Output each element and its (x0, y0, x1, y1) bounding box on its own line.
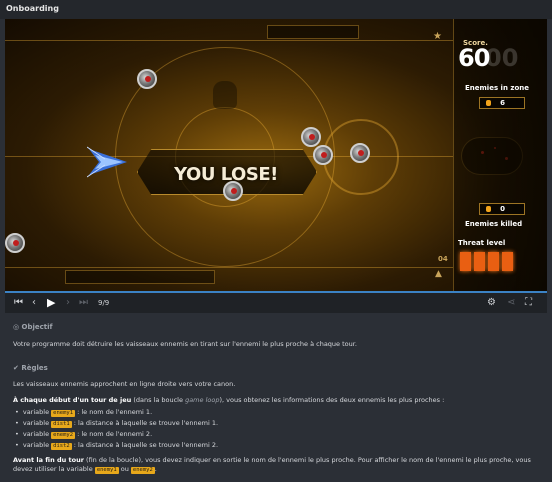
threat-level-bar (474, 252, 485, 271)
score-placeholder-digits: 00 (485, 44, 519, 72)
enemy-ship-icon (313, 145, 333, 165)
turn-end-bold: Avant la fin du tour (13, 456, 84, 464)
skip-to-end-icon[interactable]: ⏭ (79, 297, 88, 308)
enemies-killed-counter: 0 (479, 203, 525, 215)
objective-text: Votre programme doit détruire les vaisse… (13, 340, 357, 348)
top-slot (267, 25, 359, 39)
enemy-ship-icon (137, 69, 157, 89)
game-viewer[interactable]: YOU LOSE! ★ Score. 60 00 Enemies in zone… (5, 19, 547, 293)
game-loop-term: game loop (185, 396, 220, 404)
star-icon: ★ (433, 31, 442, 42)
target-icon: ◎ (13, 323, 20, 331)
play-icon[interactable]: ▶ (47, 296, 55, 309)
list-item: variable dist1 : la distance à laquelle … (15, 419, 535, 428)
variable-tag: enemy2 (130, 466, 155, 474)
share-icon[interactable]: ⋖ (507, 297, 515, 308)
threat-level-bar (460, 252, 471, 271)
enemies-in-zone-value: 6 (500, 99, 505, 107)
lose-text: YOU LOSE! (174, 164, 278, 185)
threat-level-label: Threat level (458, 239, 506, 247)
frame-counter: 9/9 (98, 299, 110, 307)
skip-to-start-icon[interactable]: ⏮ (14, 297, 23, 308)
enemies-killed-label: Enemies killed (465, 220, 523, 228)
enemy-ship-icon (301, 127, 321, 147)
enemy-ship-icon (5, 233, 25, 253)
enemy-icon (486, 206, 491, 212)
step-forward-icon[interactable]: › (66, 297, 70, 308)
rules-title: Règles (21, 364, 48, 372)
turn-start-text: (dans la boucle (131, 396, 186, 404)
variable-tag: enemy1 (51, 410, 76, 417)
bottom-slot (65, 270, 215, 284)
skull-icon (213, 81, 237, 109)
enemies-in-zone-label: Enemies in zone (465, 84, 529, 92)
enemies-killed-value: 0 (500, 205, 505, 213)
turn-start-paragraph: À chaque début d'un tour de jeu (dans la… (13, 396, 541, 405)
fullscreen-icon[interactable]: ⛶ (525, 297, 532, 308)
variable-tag: dist2 (51, 443, 72, 450)
objective-heading: ◎ Objectif (13, 323, 53, 331)
enemy-icon (486, 100, 491, 106)
list-item: variable enemy2 : le nom de l'ennemi 2. (15, 430, 535, 439)
turn-start-bold: À chaque début d'un tour de jeu (13, 396, 132, 404)
threat-level-bars (460, 252, 513, 271)
warning-icon: ▲ (435, 269, 442, 279)
rules-heading: ✔ Règles (13, 364, 48, 372)
turn-end-text: (fin de la boucle), vous devez indiquer … (13, 456, 531, 473)
list-item: variable dist2 : la distance à laquelle … (15, 441, 535, 450)
check-icon: ✔ (13, 364, 19, 372)
variable-tag: enemy1 (94, 466, 119, 474)
level-number: 04 (438, 255, 448, 263)
window-title: Onboarding (6, 4, 59, 13)
variable-tag: enemy2 (51, 432, 76, 439)
gear-icon[interactable]: ⚙ (487, 297, 496, 308)
enemy-ship-icon (223, 181, 243, 201)
turn-start-text-2: ), vous obtenez les informations des deu… (219, 396, 445, 404)
variable-tag: dist1 (51, 421, 72, 428)
threat-level-bar (488, 252, 499, 271)
threat-level-bar (502, 252, 513, 271)
rules-intro: Les vaisseaux ennemis approchent en lign… (13, 380, 236, 388)
enemy-ship-icon (350, 143, 370, 163)
step-back-icon[interactable]: ‹ (32, 297, 36, 308)
top-frame (5, 19, 453, 41)
enemies-in-zone-counter: 6 (479, 97, 525, 109)
turn-end-paragraph: Avant la fin du tour (fin de la boucle),… (13, 456, 531, 474)
window-titlebar: Onboarding (0, 0, 552, 19)
player-ship-icon (87, 146, 127, 178)
objective-title: Objectif (21, 323, 53, 331)
list-item: variable enemy1 : le nom de l'ennemi 1. (15, 408, 535, 417)
player-controls: ⏮ ‹ ▶ › ⏭ 9/9 ⚙ ⋖ ⛶ (5, 293, 547, 313)
